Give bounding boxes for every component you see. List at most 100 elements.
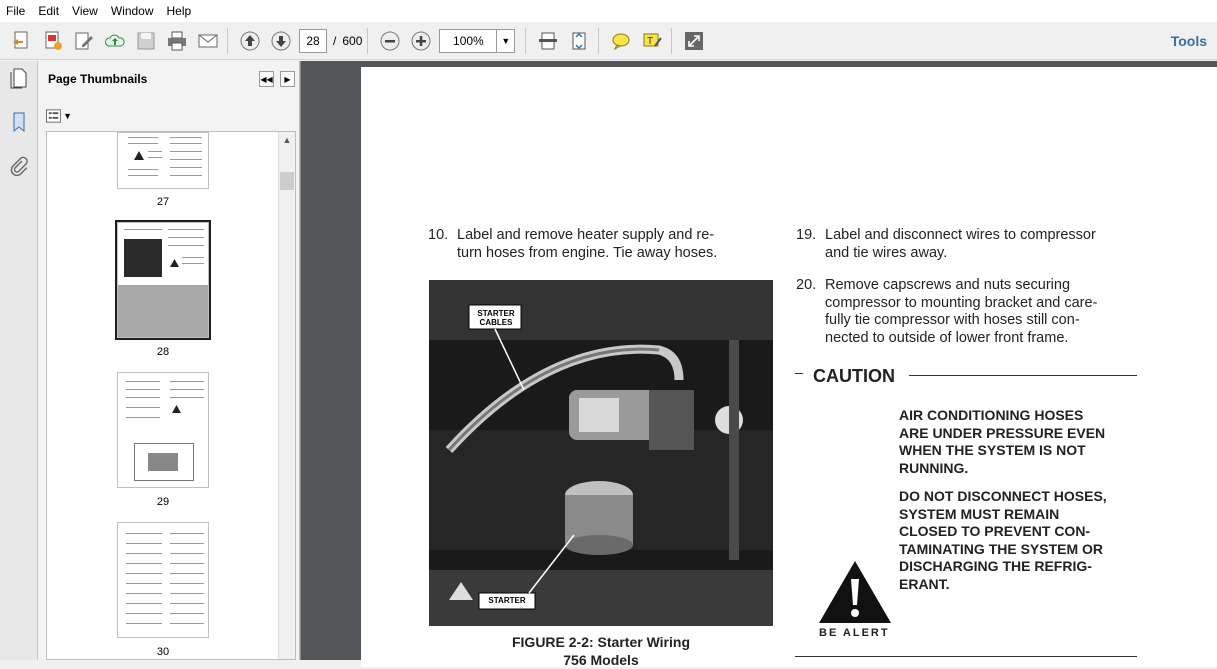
figure-caption-line-2: 756 Models — [563, 652, 639, 668]
edit-pdf-icon — [75, 32, 93, 49]
highlight-button[interactable]: T — [638, 27, 666, 55]
menu-bar: File Edit View Window Help — [0, 0, 1217, 22]
save-icon — [137, 32, 155, 49]
section-bottom-rule — [795, 656, 1137, 657]
caution-1-line-2: ARE UNDER PRESSURE EVEN — [899, 424, 1106, 441]
starter-wiring-photo: STARTER CABLES STARTER — [429, 280, 773, 626]
starter-cables-label: STARTER CABLES — [471, 309, 521, 327]
be-alert-label: BE ALERT — [819, 627, 890, 639]
page-thumbnails-panel: Page Thumbnails ◀◀ ▶ ▼ ▲ 27 28 29 30 — [38, 61, 300, 660]
thumbnail-options-menu[interactable]: ▼ — [46, 107, 72, 125]
thumbnail-page-29[interactable] — [117, 372, 209, 488]
double-chevron-left-icon: ◀◀ — [260, 74, 273, 84]
menu-view[interactable]: View — [72, 4, 98, 18]
caution-paragraph-1: AIR CONDITIONING HOSES ARE UNDER PRESSUR… — [899, 407, 1127, 477]
step-number: 10. — [428, 227, 449, 243]
toolbar-separator — [598, 27, 600, 54]
zoom-in-button[interactable] — [407, 27, 435, 55]
caution-rule-left — [795, 373, 803, 374]
options-list-icon — [46, 109, 62, 123]
create-pdf-icon — [13, 31, 28, 48]
caution-2-line-2: SYSTEM MUST REMAIN — [899, 505, 1060, 522]
minus-icon — [380, 31, 400, 50]
thumbnail-list: ▲ 27 28 29 30 — [46, 131, 296, 660]
navigation-strip — [0, 61, 38, 660]
collapse-panel-button[interactable]: ◀◀ — [259, 71, 274, 87]
zoom-value: 100% — [453, 33, 484, 48]
save-button[interactable] — [132, 27, 160, 55]
menu-window[interactable]: Window — [111, 4, 154, 18]
zoom-select[interactable]: 100% ▼ — [439, 28, 516, 53]
speech-bubble-icon — [612, 33, 630, 50]
thumbnail-page-27[interactable] — [117, 132, 209, 189]
caution-1-line-3: WHEN THE SYSTEM IS NOT — [899, 442, 1086, 458]
engine-photo-illustration — [429, 280, 773, 626]
step-number: 19. — [796, 227, 817, 243]
step-20-line-4: nected to outside of lower front frame. — [825, 329, 1069, 346]
thumbnail-scrollbar[interactable]: ▲ — [278, 132, 295, 659]
upload-cloud-button[interactable] — [101, 27, 129, 55]
print-icon — [168, 31, 186, 50]
menu-file[interactable]: File — [6, 4, 25, 18]
page-separator: / — [333, 33, 337, 48]
starter-label: STARTER — [488, 596, 526, 605]
step-19-line-2: and tie wires away. — [825, 244, 948, 261]
page-number-input[interactable]: 28 — [299, 28, 327, 53]
chevron-down-icon[interactable]: ▼ — [496, 29, 514, 52]
page-thumbnails-icon[interactable] — [8, 67, 30, 89]
caution-paragraph-2: DO NOT DISCONNECT HOSES, SYSTEM MUST REM… — [899, 488, 1127, 593]
thumbnail-page-28[interactable] — [115, 220, 211, 340]
zoom-out-button[interactable] — [376, 27, 404, 55]
plus-icon — [411, 31, 431, 50]
print-button[interactable] — [163, 27, 191, 55]
scrollbar-thumb[interactable] — [280, 172, 294, 190]
starter-cables-line-1: STARTER — [477, 309, 515, 318]
email-button[interactable] — [194, 27, 222, 55]
menu-help[interactable]: Help — [167, 4, 192, 18]
svg-text:T: T — [647, 36, 653, 47]
tools-pane-button[interactable]: Tools — [1171, 33, 1207, 49]
caution-1-line-1: AIR CONDITIONING HOSES — [899, 407, 1084, 423]
starter-cables-line-2: CABLES — [479, 318, 513, 327]
fit-page-icon — [572, 32, 586, 49]
menu-edit[interactable]: Edit — [38, 4, 59, 18]
thumbnail-label-28: 28 — [156, 346, 170, 358]
figure-caption: FIGURE 2-2: Starter Wiring 756 Models — [471, 633, 731, 669]
edit-pdf-button[interactable] — [70, 27, 98, 55]
figure-caption-line-1: FIGURE 2-2: Starter Wiring — [511, 634, 690, 650]
fit-page-button[interactable] — [565, 27, 593, 55]
caution-heading: CAUTION — [813, 366, 895, 386]
chevron-right-icon: ▶ — [284, 74, 291, 84]
create-pdf-button[interactable] — [8, 27, 36, 55]
highlighter-icon: T — [643, 33, 663, 47]
bookmark-icon[interactable] — [8, 111, 30, 133]
panel-title: Page Thumbnails — [48, 72, 148, 86]
full-screen-button[interactable] — [680, 27, 708, 55]
caution-2-line-6: ERANT. — [899, 575, 950, 592]
export-pdf-button[interactable] — [39, 27, 67, 55]
caution-rule-right — [909, 375, 1137, 376]
arrow-up-icon — [240, 31, 260, 50]
toolbar: 28 / 600 100% ▼ T — [0, 22, 1217, 60]
fit-width-icon — [539, 32, 558, 49]
export-pdf-icon — [45, 31, 62, 50]
panel-next-button[interactable]: ▶ — [280, 71, 295, 87]
fit-width-button[interactable] — [534, 27, 562, 55]
comment-button[interactable] — [607, 27, 635, 55]
step-20-line-2: compressor to mounting bracket and care- — [825, 294, 1098, 311]
step-10-line-2: turn hoses from engine. Tie away hoses. — [457, 244, 718, 261]
expand-icon — [685, 31, 704, 50]
caution-2-line-1: DO NOT DISCONNECT HOSES, — [899, 488, 1107, 504]
cloud-upload-icon — [105, 34, 125, 46]
previous-page-button[interactable] — [236, 27, 264, 55]
thumbnail-label-30: 30 — [156, 646, 170, 658]
thumbnail-page-30[interactable] — [117, 522, 209, 638]
scroll-up-icon[interactable]: ▲ — [279, 132, 295, 148]
paperclip-icon[interactable] — [8, 155, 30, 177]
next-page-button[interactable] — [267, 27, 295, 55]
caution-2-line-3: CLOSED TO PREVENT CON- — [899, 523, 1091, 539]
thumbnail-label-27: 27 — [156, 196, 170, 208]
document-view[interactable]: 10. Label and remove heater supply and r… — [301, 61, 1217, 668]
toolbar-separator — [227, 27, 228, 54]
step-20-line-1: Remove capscrews and nuts securing — [825, 277, 1071, 293]
